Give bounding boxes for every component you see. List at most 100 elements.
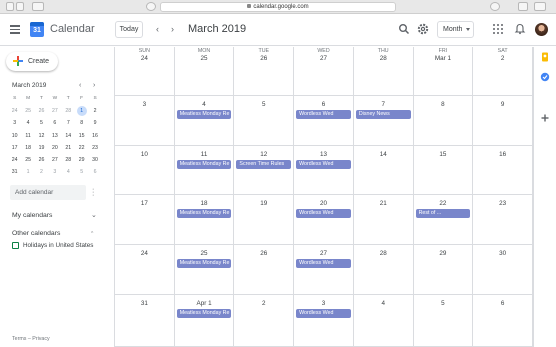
date-number[interactable]: 14 [354,151,413,159]
day-cell[interactable]: 8 [414,96,474,145]
mini-day[interactable]: 15 [75,130,88,142]
mini-day[interactable]: 31 [8,166,21,178]
mini-day[interactable]: 3 [8,117,21,129]
day-cell[interactable]: 6 Wordless Wed [294,96,354,145]
day-cell[interactable]: 26 [234,245,295,294]
date-number[interactable]: 29 [414,250,473,258]
day-cell[interactable]: 16 [473,146,533,194]
create-button[interactable]: Create [6,52,58,71]
date-number[interactable]: 5 [234,101,293,109]
mini-day[interactable]: 5 [75,166,88,178]
mini-day[interactable]: 11 [21,130,34,142]
add-icon[interactable] [540,113,550,123]
date-number[interactable]: 31 [115,300,174,308]
day-cell[interactable]: 13 Wordless Wed [294,146,354,194]
event-chip[interactable]: Wordless Wed [296,259,351,268]
mini-day[interactable]: 21 [62,142,75,154]
date-number[interactable]: 3 [294,300,353,308]
date-number[interactable]: 12 [234,151,293,159]
day-cell[interactable]: 22 Rest of ... [414,195,474,244]
event-chip[interactable]: Meatless Monday Re [176,259,232,268]
date-number[interactable]: 16 [473,151,532,159]
chevron-right-icon[interactable]: › [171,23,174,35]
mini-day[interactable]: 19 [35,142,48,154]
mini-day[interactable]: 1 [75,105,88,117]
day-cell[interactable]: 24 [115,245,175,294]
date-number[interactable]: 28 [354,250,413,258]
day-cell[interactable]: 30 [473,245,533,294]
day-cell[interactable]: 25 Meatless Monday Re [175,245,235,294]
search-icon[interactable] [398,23,410,35]
day-cell[interactable]: 14 [354,146,414,194]
date-number[interactable]: 25 [175,55,234,63]
apps-grid-icon[interactable] [492,23,504,35]
day-cell[interactable]: 17 [115,195,175,244]
day-cell[interactable]: 2 [234,295,295,346]
mini-day[interactable]: 16 [88,130,101,142]
mini-day[interactable]: 18 [21,142,34,154]
tasks-icon[interactable] [540,72,550,82]
mini-day[interactable]: 26 [35,105,48,117]
event-chip[interactable]: Meatless Monday Re [176,160,232,169]
mini-day[interactable]: 25 [21,105,34,117]
day-cell[interactable]: WED 27 [294,47,354,95]
date-number[interactable]: 17 [115,200,174,208]
date-number[interactable]: 3 [115,101,174,109]
date-number[interactable]: 30 [473,250,532,258]
more-options-icon[interactable]: · · · [92,186,94,199]
date-number[interactable]: 11 [175,151,234,159]
date-number[interactable]: 26 [234,250,293,258]
mini-day[interactable]: 4 [62,166,75,178]
date-number[interactable]: 24 [115,55,174,63]
day-cell[interactable]: 5 [414,295,474,346]
event-chip[interactable]: Meatless Monday Re [176,110,232,119]
day-cell[interactable]: 23 [473,195,533,244]
bell-icon[interactable] [514,23,526,35]
date-number[interactable]: 23 [473,200,532,208]
date-number[interactable]: 4 [354,300,413,308]
mini-day[interactable]: 30 [88,154,101,166]
day-cell[interactable]: TUE 26 [234,47,295,95]
day-cell[interactable]: 12 Screen Time Rules [234,146,295,194]
share-icon[interactable] [518,2,528,11]
date-number[interactable]: 28 [354,55,413,63]
date-number[interactable]: 21 [354,200,413,208]
forward-button[interactable] [16,2,24,11]
mini-day[interactable]: 1 [21,166,34,178]
date-number[interactable]: 2 [234,300,293,308]
gear-icon[interactable] [417,23,429,35]
date-number[interactable]: 10 [115,151,174,159]
event-chip[interactable]: Wordless Wed [296,309,351,318]
day-cell[interactable]: 18 Meatless Monday Re [175,195,235,244]
mini-day[interactable]: 29 [75,154,88,166]
date-number[interactable]: Apr 1 [175,300,234,308]
main-menu-icon[interactable] [10,25,20,34]
event-chip[interactable]: Screen Time Rules [236,160,292,169]
privacy-icon[interactable] [146,2,156,11]
day-cell[interactable]: 3 Wordless Wed [294,295,354,346]
date-number[interactable]: 24 [115,250,174,258]
tabs-icon[interactable] [534,2,546,11]
day-cell[interactable]: 28 [354,245,414,294]
mini-day[interactable]: 17 [8,142,21,154]
date-number[interactable]: 19 [234,200,293,208]
day-cell[interactable]: 21 [354,195,414,244]
chevron-up-icon[interactable]: ˆ [91,231,93,240]
view-selector[interactable]: Month [437,21,474,38]
day-cell[interactable]: 20 Wordless Wed [294,195,354,244]
mini-day[interactable]: 28 [62,105,75,117]
date-number[interactable]: 18 [175,200,234,208]
mini-day[interactable]: 12 [35,130,48,142]
mini-day[interactable]: 23 [88,142,101,154]
day-cell[interactable]: SUN 24 [115,47,175,95]
mini-day[interactable]: 25 [21,154,34,166]
mini-day[interactable]: 9 [88,117,101,129]
mini-day[interactable]: 24 [8,154,21,166]
calendar-item-holidays[interactable]: Holidays in United States [12,242,93,250]
mini-prev-month-icon[interactable]: ‹ [79,81,81,90]
event-chip[interactable]: Wordless Wed [296,110,351,119]
mini-day[interactable]: 22 [75,142,88,154]
date-number[interactable]: 27 [294,55,353,63]
day-cell[interactable]: 10 [115,146,175,194]
add-calendar-input[interactable]: Add calendar [10,185,86,200]
